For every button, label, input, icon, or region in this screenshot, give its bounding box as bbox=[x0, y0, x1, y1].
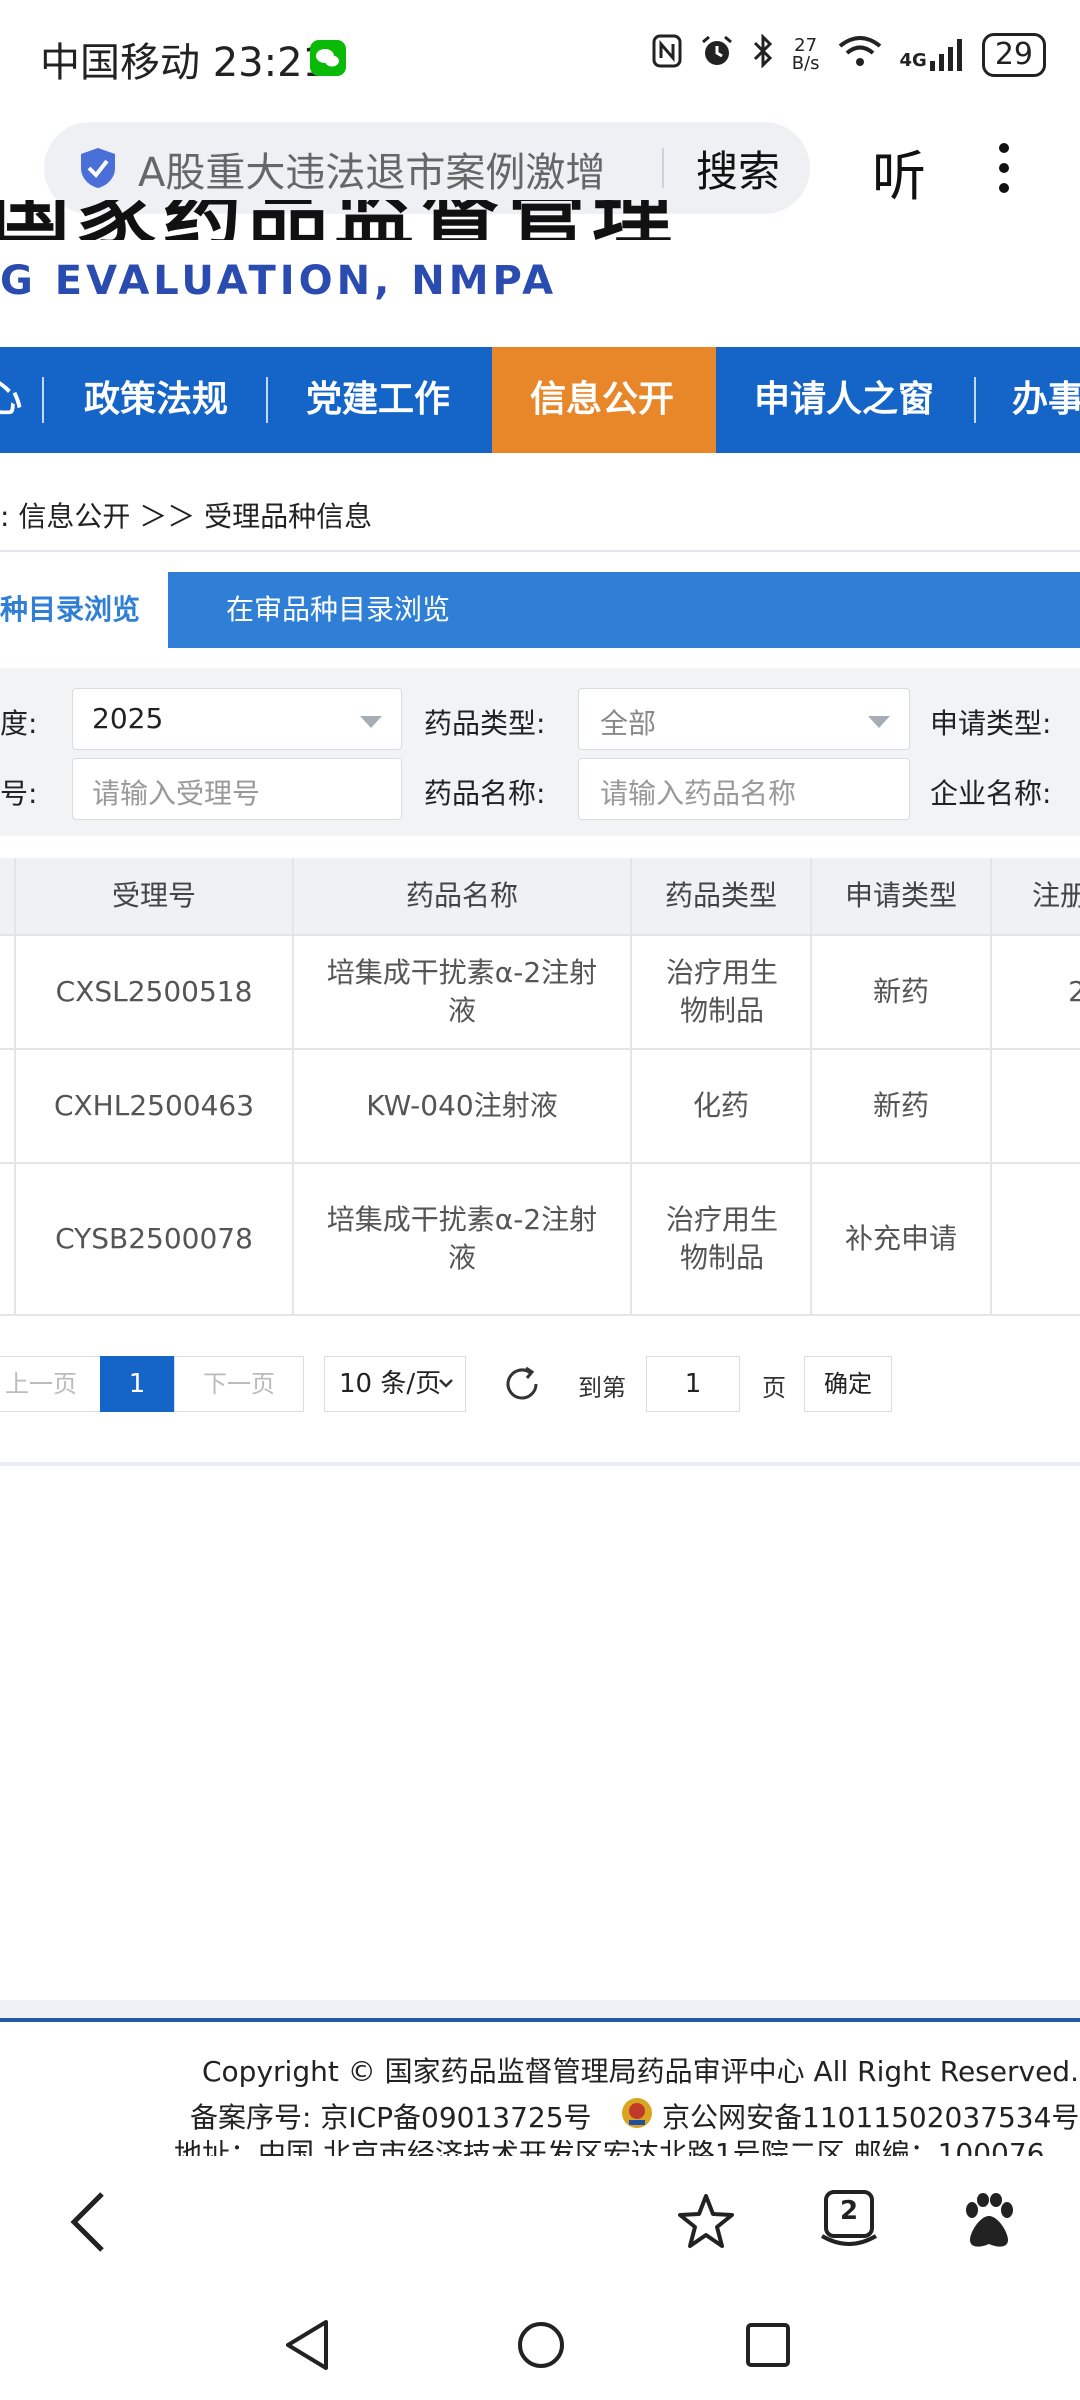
content-bottom-edge bbox=[0, 1462, 1080, 1466]
nav-home-icon[interactable] bbox=[516, 2318, 566, 2376]
nfc-icon bbox=[652, 34, 682, 76]
more-icon[interactable] bbox=[996, 140, 1012, 196]
breadcrumb: : 信息公开 ＞＞ 受理品种信息 bbox=[0, 500, 373, 533]
carrier-time: 中国移动 23:21 bbox=[40, 40, 328, 86]
footer-spacer bbox=[0, 2000, 1080, 2018]
nav-item-policy[interactable]: 政策法规 bbox=[84, 347, 228, 453]
cell-drug-name: 培集成干扰素α-2注射液 bbox=[326, 1203, 598, 1274]
cell-drug-type: 治疗用生物制品 bbox=[665, 1203, 778, 1274]
nav-recents-icon[interactable] bbox=[744, 2320, 792, 2374]
wifi-icon bbox=[838, 34, 882, 76]
wechat-icon bbox=[310, 40, 346, 76]
nav-item-applicant[interactable]: 申请人之窗 bbox=[754, 347, 934, 453]
search-button[interactable]: 搜索 bbox=[696, 138, 780, 199]
goto-label: 到第 bbox=[578, 1374, 626, 1402]
tab-catalog-label[interactable]: 种目录浏览 bbox=[0, 572, 140, 648]
shield-icon bbox=[78, 146, 118, 190]
accept-no-label: 号: bbox=[0, 777, 38, 810]
star-icon[interactable] bbox=[676, 2192, 736, 2256]
listen-button[interactable]: 听 bbox=[872, 132, 926, 211]
page-size-select[interactable]: 10 条/页 bbox=[324, 1356, 466, 1412]
browser-toolbar: 2 bbox=[0, 2156, 1080, 2288]
confirm-button[interactable]: 确定 bbox=[804, 1356, 892, 1412]
back-icon[interactable] bbox=[66, 2190, 110, 2258]
cell-accept-no[interactable]: CYSB2500078 bbox=[16, 1164, 292, 1314]
nav-separator bbox=[42, 377, 44, 423]
net-speed: 27 B/s bbox=[791, 35, 820, 74]
battery-indicator: 29 bbox=[981, 33, 1046, 77]
nav-item-home[interactable]: 心 bbox=[0, 347, 22, 453]
org-english-name: G EVALUATION, NMPA bbox=[0, 258, 558, 304]
nav-separator bbox=[266, 377, 268, 423]
next-page-button[interactable]: 下一页 bbox=[174, 1356, 304, 1412]
nav-item-party[interactable]: 党建工作 bbox=[306, 347, 450, 453]
cell-drug-type: 化药 bbox=[692, 1089, 749, 1122]
col-drug-type: 药品类型 bbox=[664, 879, 777, 912]
cell-apply-type: 新药 bbox=[872, 1089, 929, 1122]
drug-name-label: 药品名称: bbox=[424, 777, 546, 810]
col-drug-name: 药品名称 bbox=[405, 879, 518, 912]
refresh-icon[interactable] bbox=[502, 1364, 542, 1404]
row-divider bbox=[0, 1314, 1080, 1316]
prev-page-button[interactable]: 上一页 bbox=[0, 1356, 102, 1412]
nav-item-info[interactable]: 信息公开 bbox=[530, 347, 674, 453]
signal-4g: 4G bbox=[900, 39, 964, 71]
year-value: 2025 bbox=[92, 702, 164, 735]
cell-accept-no[interactable]: CXHL2500463 bbox=[16, 1050, 292, 1162]
cell-apply-type: 新药 bbox=[872, 975, 929, 1008]
status-icons: 27 B/s 4G 29 bbox=[652, 30, 1046, 80]
cell-accept-no[interactable]: CXSL2500518 bbox=[16, 936, 292, 1048]
col-register: 注册 bbox=[1032, 879, 1080, 912]
year-label: 度: bbox=[0, 707, 38, 740]
search-input[interactable]: A股重大违法退市案例激增 bbox=[138, 140, 605, 198]
copyright-text: Copyright © 国家药品监督管理局药品审评中心 All Right Re… bbox=[202, 2055, 1079, 2088]
nav-back-icon[interactable] bbox=[282, 2318, 332, 2376]
baidu-paw-icon[interactable] bbox=[962, 2192, 1016, 2254]
site-title: 国家药品监督管理局药品审评中心 bbox=[0, 200, 690, 240]
footer-divider bbox=[0, 2018, 1080, 2022]
nav-separator bbox=[974, 377, 976, 423]
cell-drug-name: KW-040注射液 bbox=[366, 1089, 558, 1122]
tabs-icon[interactable]: 2 bbox=[818, 2188, 880, 2252]
drug-name-placeholder: 请输入药品名称 bbox=[600, 777, 797, 810]
drug-type-label: 药品类型: bbox=[424, 707, 546, 740]
system-nav-bar bbox=[0, 2288, 1080, 2400]
search-divider bbox=[662, 148, 664, 188]
chevron-down-icon bbox=[360, 716, 382, 728]
col-divider bbox=[990, 858, 992, 1316]
bluetooth-icon bbox=[752, 33, 774, 76]
nav-item-service[interactable]: 办事 bbox=[1012, 347, 1080, 453]
alarm-icon bbox=[700, 34, 734, 76]
divider bbox=[0, 550, 1080, 552]
icp-link[interactable]: 备案序号: 京ICP备09013725号 bbox=[190, 2096, 592, 2136]
tab-count: 2 bbox=[839, 2196, 859, 2226]
tab-under-review[interactable]: 在审品种目录浏览 bbox=[226, 572, 450, 648]
page-current[interactable]: 1 bbox=[100, 1356, 174, 1412]
company-label: 企业名称: bbox=[930, 777, 1052, 810]
police-badge-icon bbox=[620, 2096, 654, 2130]
cell-register: 2 bbox=[1068, 975, 1080, 1008]
drug-type-value: 全部 bbox=[600, 707, 657, 740]
col-apply-type: 申请类型 bbox=[844, 879, 957, 912]
page-size-value: 10 条/页 bbox=[339, 1369, 442, 1399]
police-record-link[interactable]: 京公网安备11011502037534号 bbox=[662, 2096, 1079, 2136]
col-accept-no: 受理号 bbox=[111, 879, 196, 912]
page-unit-label: 页 bbox=[762, 1374, 786, 1402]
cell-drug-type: 治疗用生物制品 bbox=[665, 956, 778, 1027]
apply-type-label: 申请类型: bbox=[930, 707, 1052, 740]
chevron-down-icon bbox=[437, 1357, 455, 1430]
address-text: 地址：中国 北京市经济技术开发区宏达北路1号院二区 邮编：100076 bbox=[174, 2140, 1080, 2156]
cell-drug-name: 培集成干扰素α-2注射液 bbox=[326, 956, 598, 1027]
goto-page-input[interactable]: 1 bbox=[646, 1356, 740, 1412]
cell-apply-type: 补充申请 bbox=[844, 1222, 957, 1255]
accept-no-placeholder: 请输入受理号 bbox=[92, 777, 261, 810]
chevron-down-icon bbox=[868, 716, 890, 728]
